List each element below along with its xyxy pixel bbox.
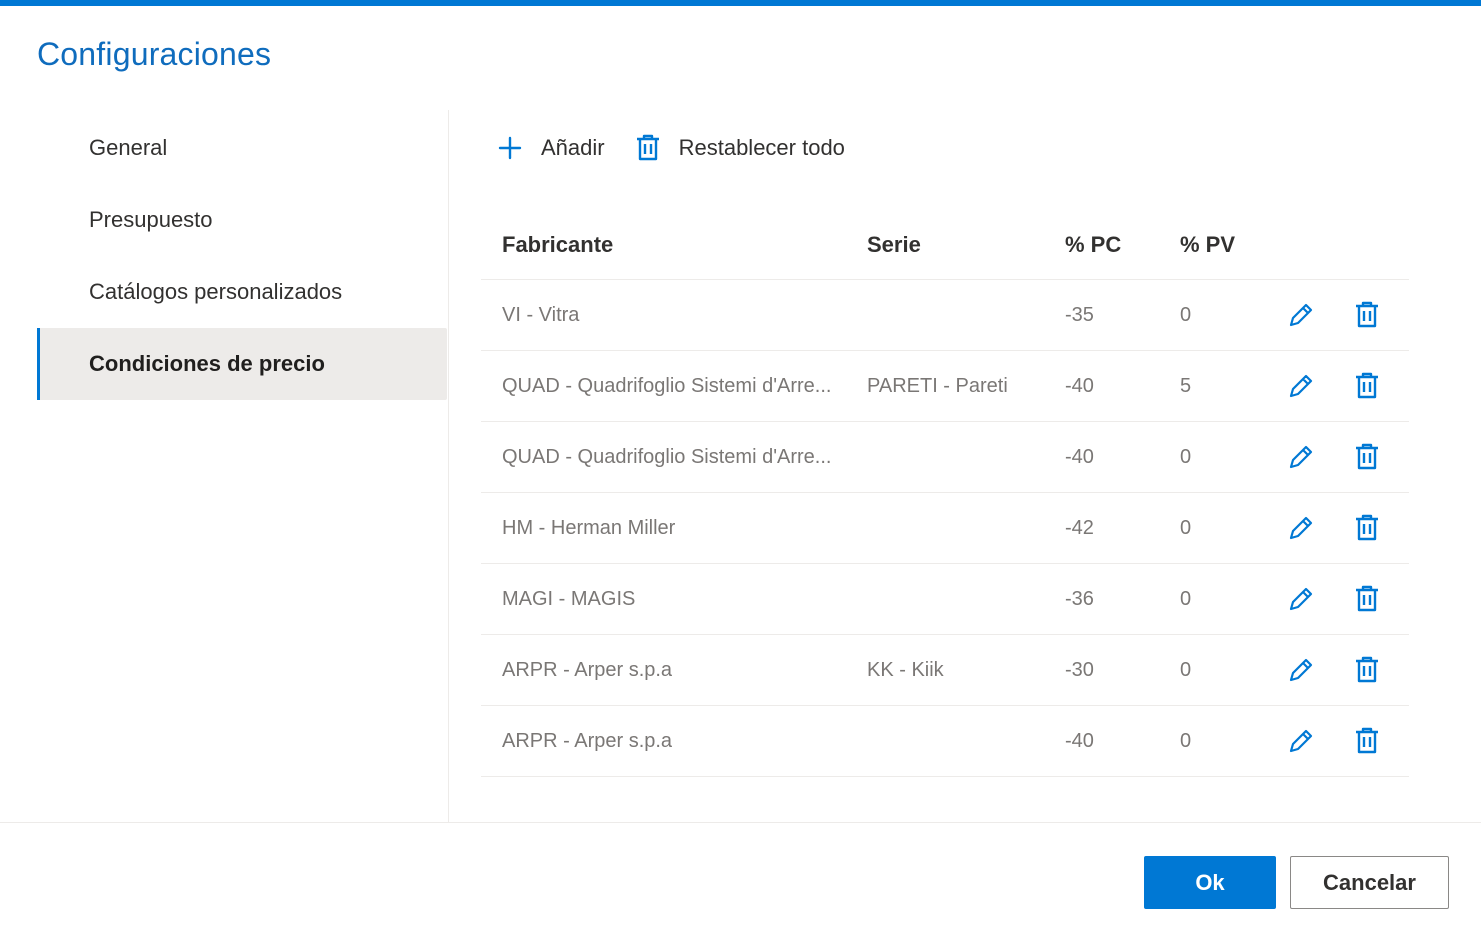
table-row[interactable]: QUAD - Quadrifoglio Sistemi d'Arre... -40… (481, 422, 1409, 493)
cell-pv: 0 (1180, 658, 1192, 681)
column-header-serie[interactable]: Serie (867, 232, 1065, 258)
trash-icon (1356, 372, 1378, 399)
ok-button[interactable]: Ok (1144, 856, 1276, 909)
table-row[interactable]: ARPR - Arper s.p.a -40 0 (481, 706, 1409, 777)
edit-row-button[interactable] (1283, 368, 1319, 404)
sidebar-item-label: Catálogos personalizados (89, 279, 343, 304)
cell-fabricante: QUAD - Quadrifoglio Sistemi d'Arre... (502, 445, 832, 468)
trash-icon (1356, 443, 1378, 470)
cell-fabricante: VI - Vitra (502, 303, 580, 326)
cell-pv: 0 (1180, 445, 1192, 468)
table-row[interactable]: QUAD - Quadrifoglio Sistemi d'Arre... PAR… (481, 351, 1409, 422)
sidebar-item-catalogos-personalizados[interactable]: Catálogos personalizados (37, 256, 447, 328)
reset-all-button[interactable]: Restablecer todo (635, 134, 845, 162)
cell-pv: 0 (1180, 303, 1192, 326)
trash-icon (1356, 727, 1378, 754)
sidebar-item-label: Condiciones de precio (89, 351, 325, 376)
sidebar-divider (448, 110, 449, 822)
delete-row-button[interactable] (1349, 439, 1385, 475)
cell-pv: 0 (1180, 729, 1192, 752)
delete-row-button[interactable] (1349, 581, 1385, 617)
cell-pc: -30 (1065, 658, 1094, 681)
cell-actions (1280, 510, 1409, 546)
delete-row-button[interactable] (1349, 652, 1385, 688)
table-body: VI - Vitra -35 0 QUAD - Quadrifoglio Sistem… (481, 280, 1409, 777)
cell-fabricante: MAGI - MAGIS (502, 587, 636, 610)
pencil-icon (1289, 374, 1313, 398)
cancel-button[interactable]: Cancelar (1290, 856, 1449, 909)
footer-divider (0, 822, 1481, 823)
trash-icon (1356, 514, 1378, 541)
cell-fabricante: ARPR - Arper s.p.a (502, 658, 673, 681)
pencil-icon (1289, 729, 1313, 753)
pencil-icon (1289, 445, 1313, 469)
table-header: Fabricante Serie % PC % PV (481, 210, 1409, 280)
column-header-fabricante[interactable]: Fabricante (481, 232, 867, 258)
reset-all-button-label: Restablecer todo (678, 135, 845, 160)
cell-actions (1280, 368, 1409, 404)
price-conditions-table: Fabricante Serie % PC % PV VI - Vitra -35… (481, 210, 1409, 777)
add-button[interactable]: Añadir (497, 135, 605, 161)
trash-icon (1356, 585, 1378, 612)
sidebar-item-presupuesto[interactable]: Presupuesto (37, 184, 447, 256)
settings-sidebar: General Presupuesto Catálogos personaliz… (37, 110, 447, 400)
edit-row-button[interactable] (1283, 439, 1319, 475)
table-row[interactable]: MAGI - MAGIS -36 0 (481, 564, 1409, 635)
edit-row-button[interactable] (1283, 297, 1319, 333)
edit-row-button[interactable] (1283, 510, 1319, 546)
toolbar: Añadir Restablecer todo (497, 128, 875, 168)
cell-fabricante: ARPR - Arper s.p.a (502, 729, 673, 752)
delete-row-button[interactable] (1349, 368, 1385, 404)
cell-fabricante: QUAD - Quadrifoglio Sistemi d'Arre... (502, 374, 832, 397)
pencil-icon (1289, 658, 1313, 682)
delete-row-button[interactable] (1349, 510, 1385, 546)
cell-pc: -40 (1065, 729, 1094, 752)
cell-actions (1280, 723, 1409, 759)
cell-pc: -42 (1065, 516, 1094, 539)
cell-serie: PARETI - Pareti (867, 374, 1008, 397)
pencil-icon (1289, 303, 1313, 327)
cell-serie: KK - Kiik (867, 658, 944, 681)
edit-row-button[interactable] (1283, 581, 1319, 617)
table-row[interactable]: VI - Vitra -35 0 (481, 280, 1409, 351)
trash-icon (1356, 656, 1378, 683)
table-row[interactable]: ARPR - Arper s.p.a KK - Kiik -30 0 (481, 635, 1409, 706)
cell-pv: 5 (1180, 374, 1192, 397)
sidebar-item-condiciones-de-precio[interactable]: Condiciones de precio (37, 328, 447, 400)
edit-row-button[interactable] (1283, 723, 1319, 759)
pencil-icon (1289, 587, 1313, 611)
cell-pc: -35 (1065, 303, 1094, 326)
cell-actions (1280, 439, 1409, 475)
cell-pc: -36 (1065, 587, 1094, 610)
cell-actions (1280, 652, 1409, 688)
sidebar-item-general[interactable]: General (37, 112, 447, 184)
edit-row-button[interactable] (1283, 652, 1319, 688)
cell-actions (1280, 581, 1409, 617)
cell-pv: 0 (1180, 587, 1192, 610)
column-header-pv[interactable]: % PV (1180, 232, 1280, 258)
cell-pc: -40 (1065, 374, 1094, 397)
cell-actions (1280, 297, 1409, 333)
sidebar-item-label: General (89, 135, 168, 160)
pencil-icon (1289, 516, 1313, 540)
cell-pv: 0 (1180, 516, 1192, 539)
dialog-accent-bar (0, 0, 1481, 6)
plus-icon (498, 136, 522, 160)
cell-pc: -40 (1065, 445, 1094, 468)
delete-row-button[interactable] (1349, 723, 1385, 759)
add-button-label: Añadir (541, 135, 605, 160)
table-row[interactable]: HM - Herman Miller -42 0 (481, 493, 1409, 564)
dialog-title: Configuraciones (37, 36, 272, 72)
delete-row-button[interactable] (1349, 297, 1385, 333)
sidebar-item-label: Presupuesto (89, 207, 213, 232)
cell-fabricante: HM - Herman Miller (502, 516, 676, 539)
trash-icon (1356, 301, 1378, 328)
trash-icon (636, 134, 659, 161)
column-header-pc[interactable]: % PC (1065, 232, 1180, 258)
